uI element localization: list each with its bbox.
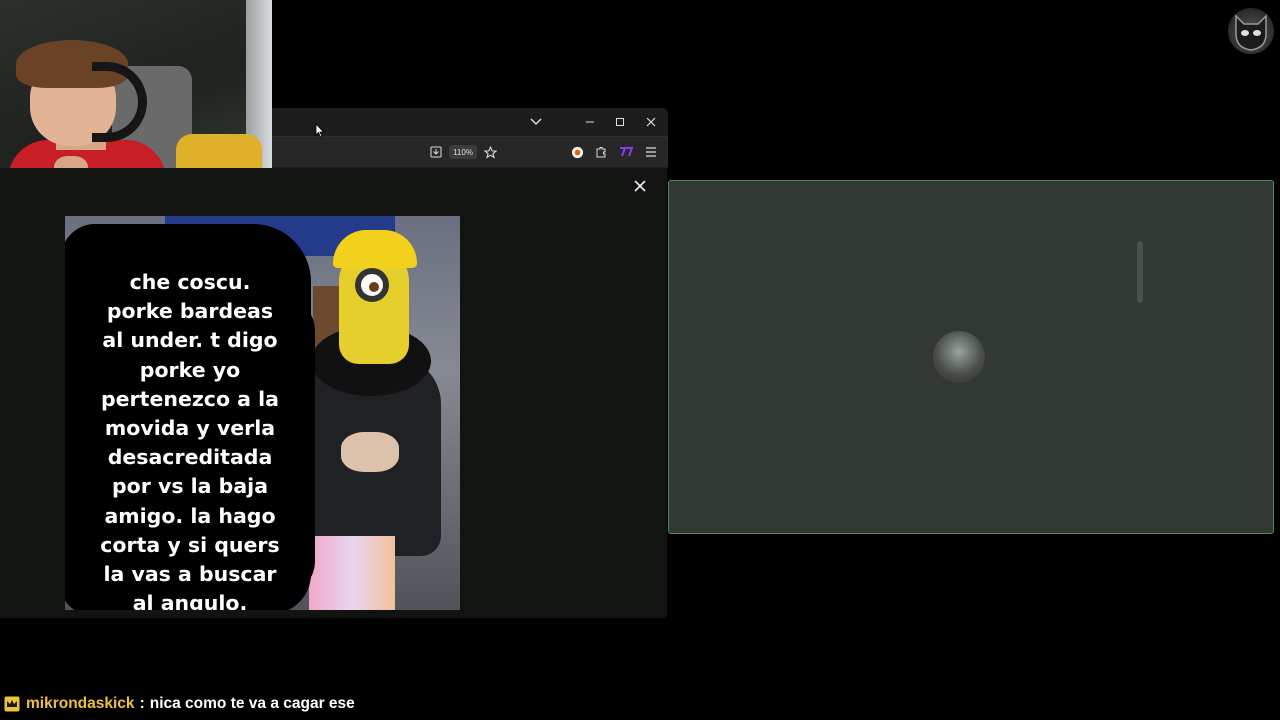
zoom-level-badge[interactable]: 110%	[449, 145, 477, 159]
puzzle-icon[interactable]	[593, 144, 609, 160]
close-icon[interactable]	[643, 114, 659, 130]
scroll-indicator[interactable]	[1137, 241, 1143, 303]
meme-figure-pants	[309, 536, 395, 610]
content-panel	[668, 180, 1274, 534]
meme-figure-hands	[341, 432, 399, 472]
minion-goggle	[355, 268, 389, 302]
hamburger-menu-icon[interactable]	[643, 144, 659, 160]
browser-toolbar: 110%	[272, 136, 668, 167]
crown-badge-icon	[4, 696, 20, 712]
7tv-icon[interactable]	[618, 144, 634, 160]
star-icon[interactable]	[482, 144, 498, 160]
meme-caption: che coscu. porke bardeas al under. t dig…	[100, 270, 280, 610]
close-icon[interactable]	[630, 176, 650, 196]
chat-username[interactable]: mikrondaskick	[26, 695, 135, 713]
download-icon[interactable]	[428, 144, 444, 160]
chat-separator: :	[139, 695, 145, 712]
chat-message: mikrondaskick : nica como te va a cagar …	[4, 694, 355, 714]
browser-window: 110%	[272, 108, 668, 168]
meme-image: che coscu. porke bardeas al under. t dig…	[65, 216, 460, 610]
mouse-cursor-icon	[315, 123, 325, 138]
firefox-account-icon[interactable]	[569, 144, 585, 160]
image-viewer-modal: che coscu. porke bardeas al under. t dig…	[0, 168, 667, 618]
chat-message-text: nica como te va a cagar ese	[149, 695, 355, 712]
minion-cap	[333, 230, 417, 268]
avatar[interactable]	[933, 331, 985, 383]
chevron-down-icon[interactable]	[528, 114, 544, 130]
minimize-icon[interactable]	[582, 114, 598, 130]
browser-titlebar[interactable]	[272, 108, 668, 136]
channel-logo	[1228, 8, 1274, 54]
maximize-icon[interactable]	[612, 114, 628, 130]
webcam-overlay	[0, 0, 272, 184]
